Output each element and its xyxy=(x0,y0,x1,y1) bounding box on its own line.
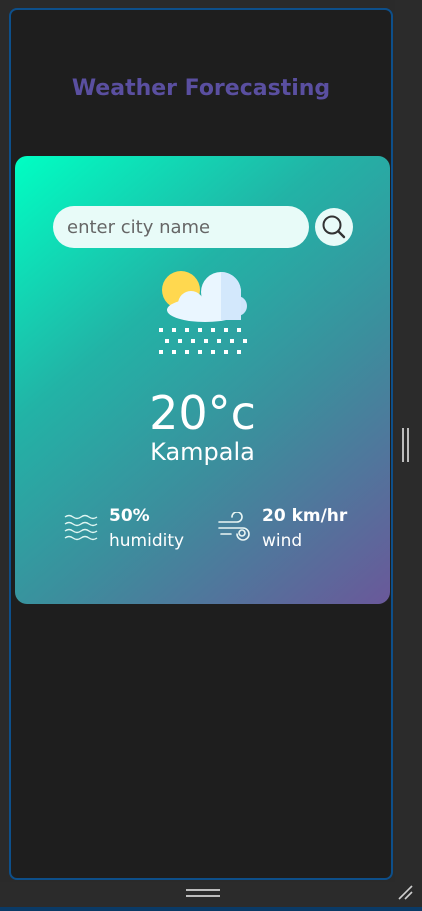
city-search-input[interactable] xyxy=(53,206,309,248)
humidity-stat: 50% humidity xyxy=(63,506,203,556)
wind-value: 20 km/hr xyxy=(262,506,348,526)
resize-grip-icon[interactable] xyxy=(397,884,413,900)
city-name: Kampala xyxy=(150,438,255,466)
wind-label: wind xyxy=(262,531,303,551)
vertical-resize-handle[interactable] xyxy=(401,428,411,464)
page-title: Weather Forecasting xyxy=(71,76,331,101)
wind-stat: 20 km/hr wind xyxy=(217,506,377,556)
sun-cloud-snow-icon xyxy=(155,268,251,358)
humidity-label: humidity xyxy=(109,531,185,551)
weather-card: 20°c Kampala 50% humidity xyxy=(15,156,390,604)
horizontal-resize-handle[interactable] xyxy=(186,889,220,899)
bottom-accent-line xyxy=(0,907,422,911)
wind-icon xyxy=(217,511,251,548)
humidity-waves-icon xyxy=(63,512,99,548)
temperature-value: 20°c xyxy=(149,386,256,440)
humidity-value: 50% xyxy=(109,506,150,526)
search-button[interactable] xyxy=(315,208,353,246)
